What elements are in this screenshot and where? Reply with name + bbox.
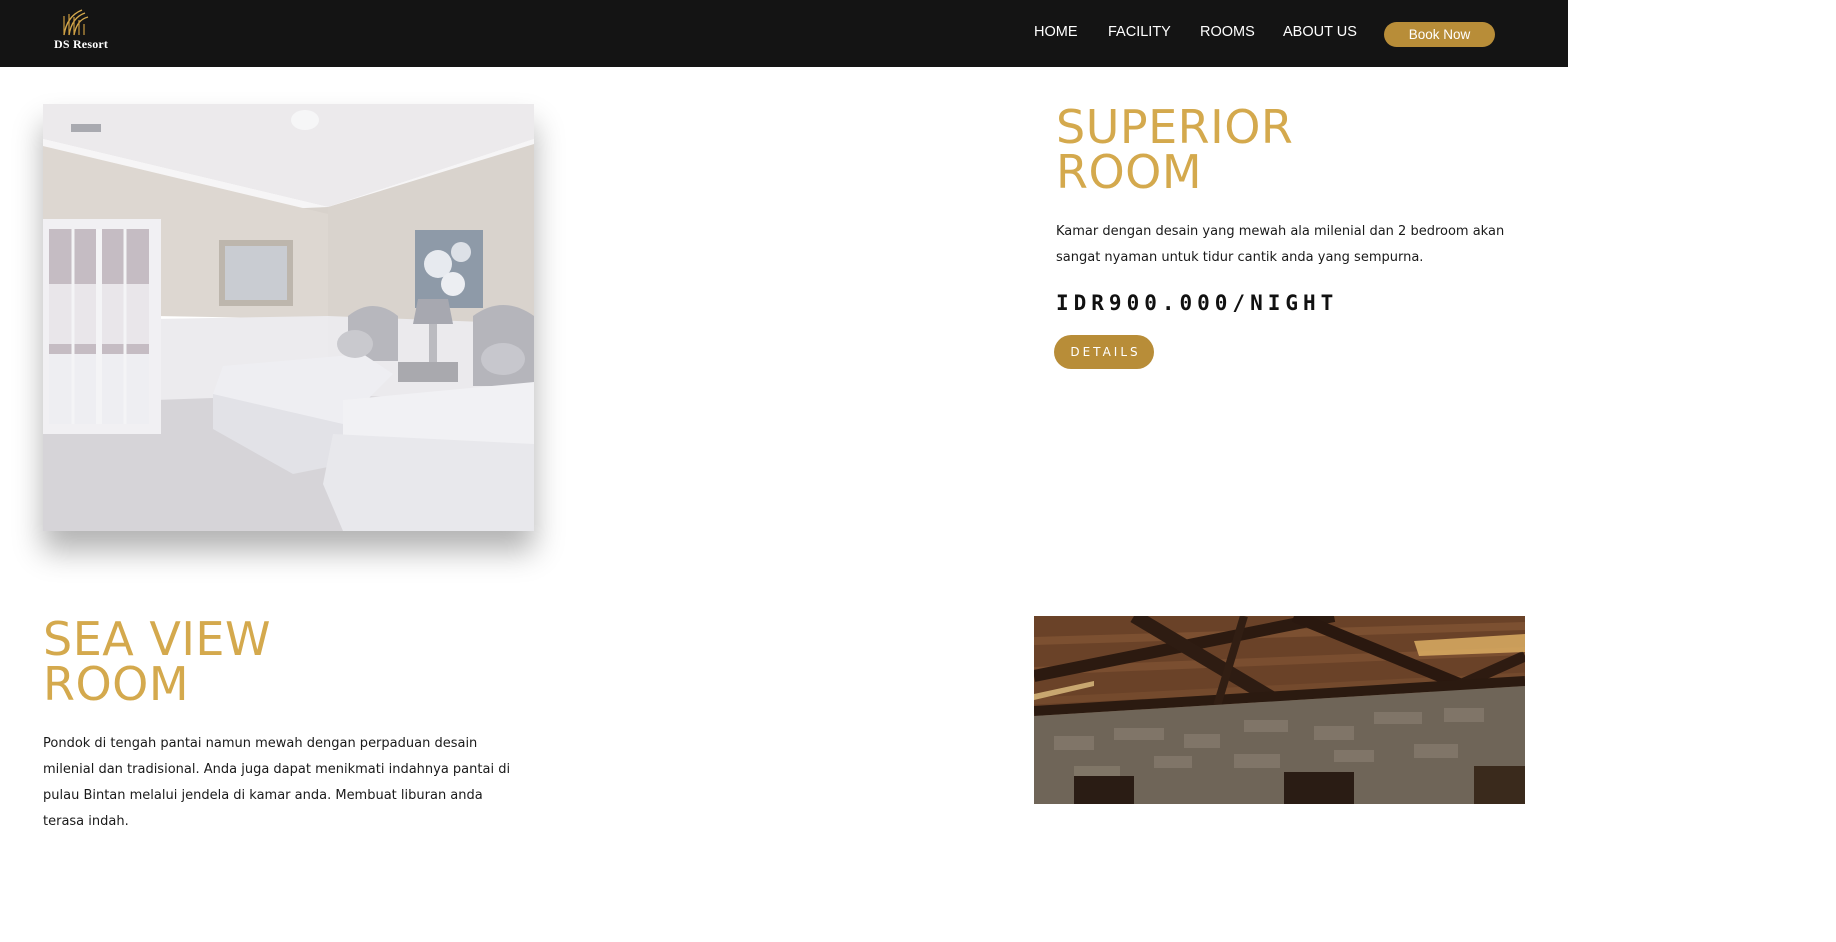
superior-room-description: Kamar dengan desain yang mewah ala milen… [1056,224,1505,265]
nav-link-facility[interactable]: FACILITY [1108,24,1171,40]
superior-room-title-line2: ROOM [1056,145,1203,199]
sea-view-room-title: SEA VIEW ROOM [43,612,271,711]
sea-view-room-description: Pondok di tengah pantai namun mewah deng… [43,736,511,829]
nav-link-home[interactable]: HOME [1034,24,1078,40]
superior-room-price: IDR900.000/NIGHT [1056,291,1339,315]
superior-room-title: SUPERIOR ROOM [1056,100,1294,199]
superior-room-title-line1: SUPERIOR [1056,100,1294,154]
sea-view-room-photo [1034,616,1525,916]
superior-room-photo [43,104,534,531]
superior-room-details-button[interactable]: DETAILS [1054,335,1154,369]
sea-view-room-title-line2: ROOM [43,657,190,711]
logo-text: DS Resort [54,37,109,51]
sea-view-room-image [1034,616,1525,804]
book-now-button[interactable]: Book Now [1384,22,1495,47]
logo[interactable]: DS Resort [52,8,108,54]
navbar: DS Resort HOME FACILITY ROOMS ABOUT US B… [0,0,1568,67]
sea-view-room-title-line1: SEA VIEW [43,612,271,666]
logo-mark-icon [63,9,89,36]
nav-link-about-us[interactable]: ABOUT US [1283,24,1357,40]
superior-room-image [43,104,534,531]
nav-link-rooms[interactable]: ROOMS [1200,24,1255,40]
